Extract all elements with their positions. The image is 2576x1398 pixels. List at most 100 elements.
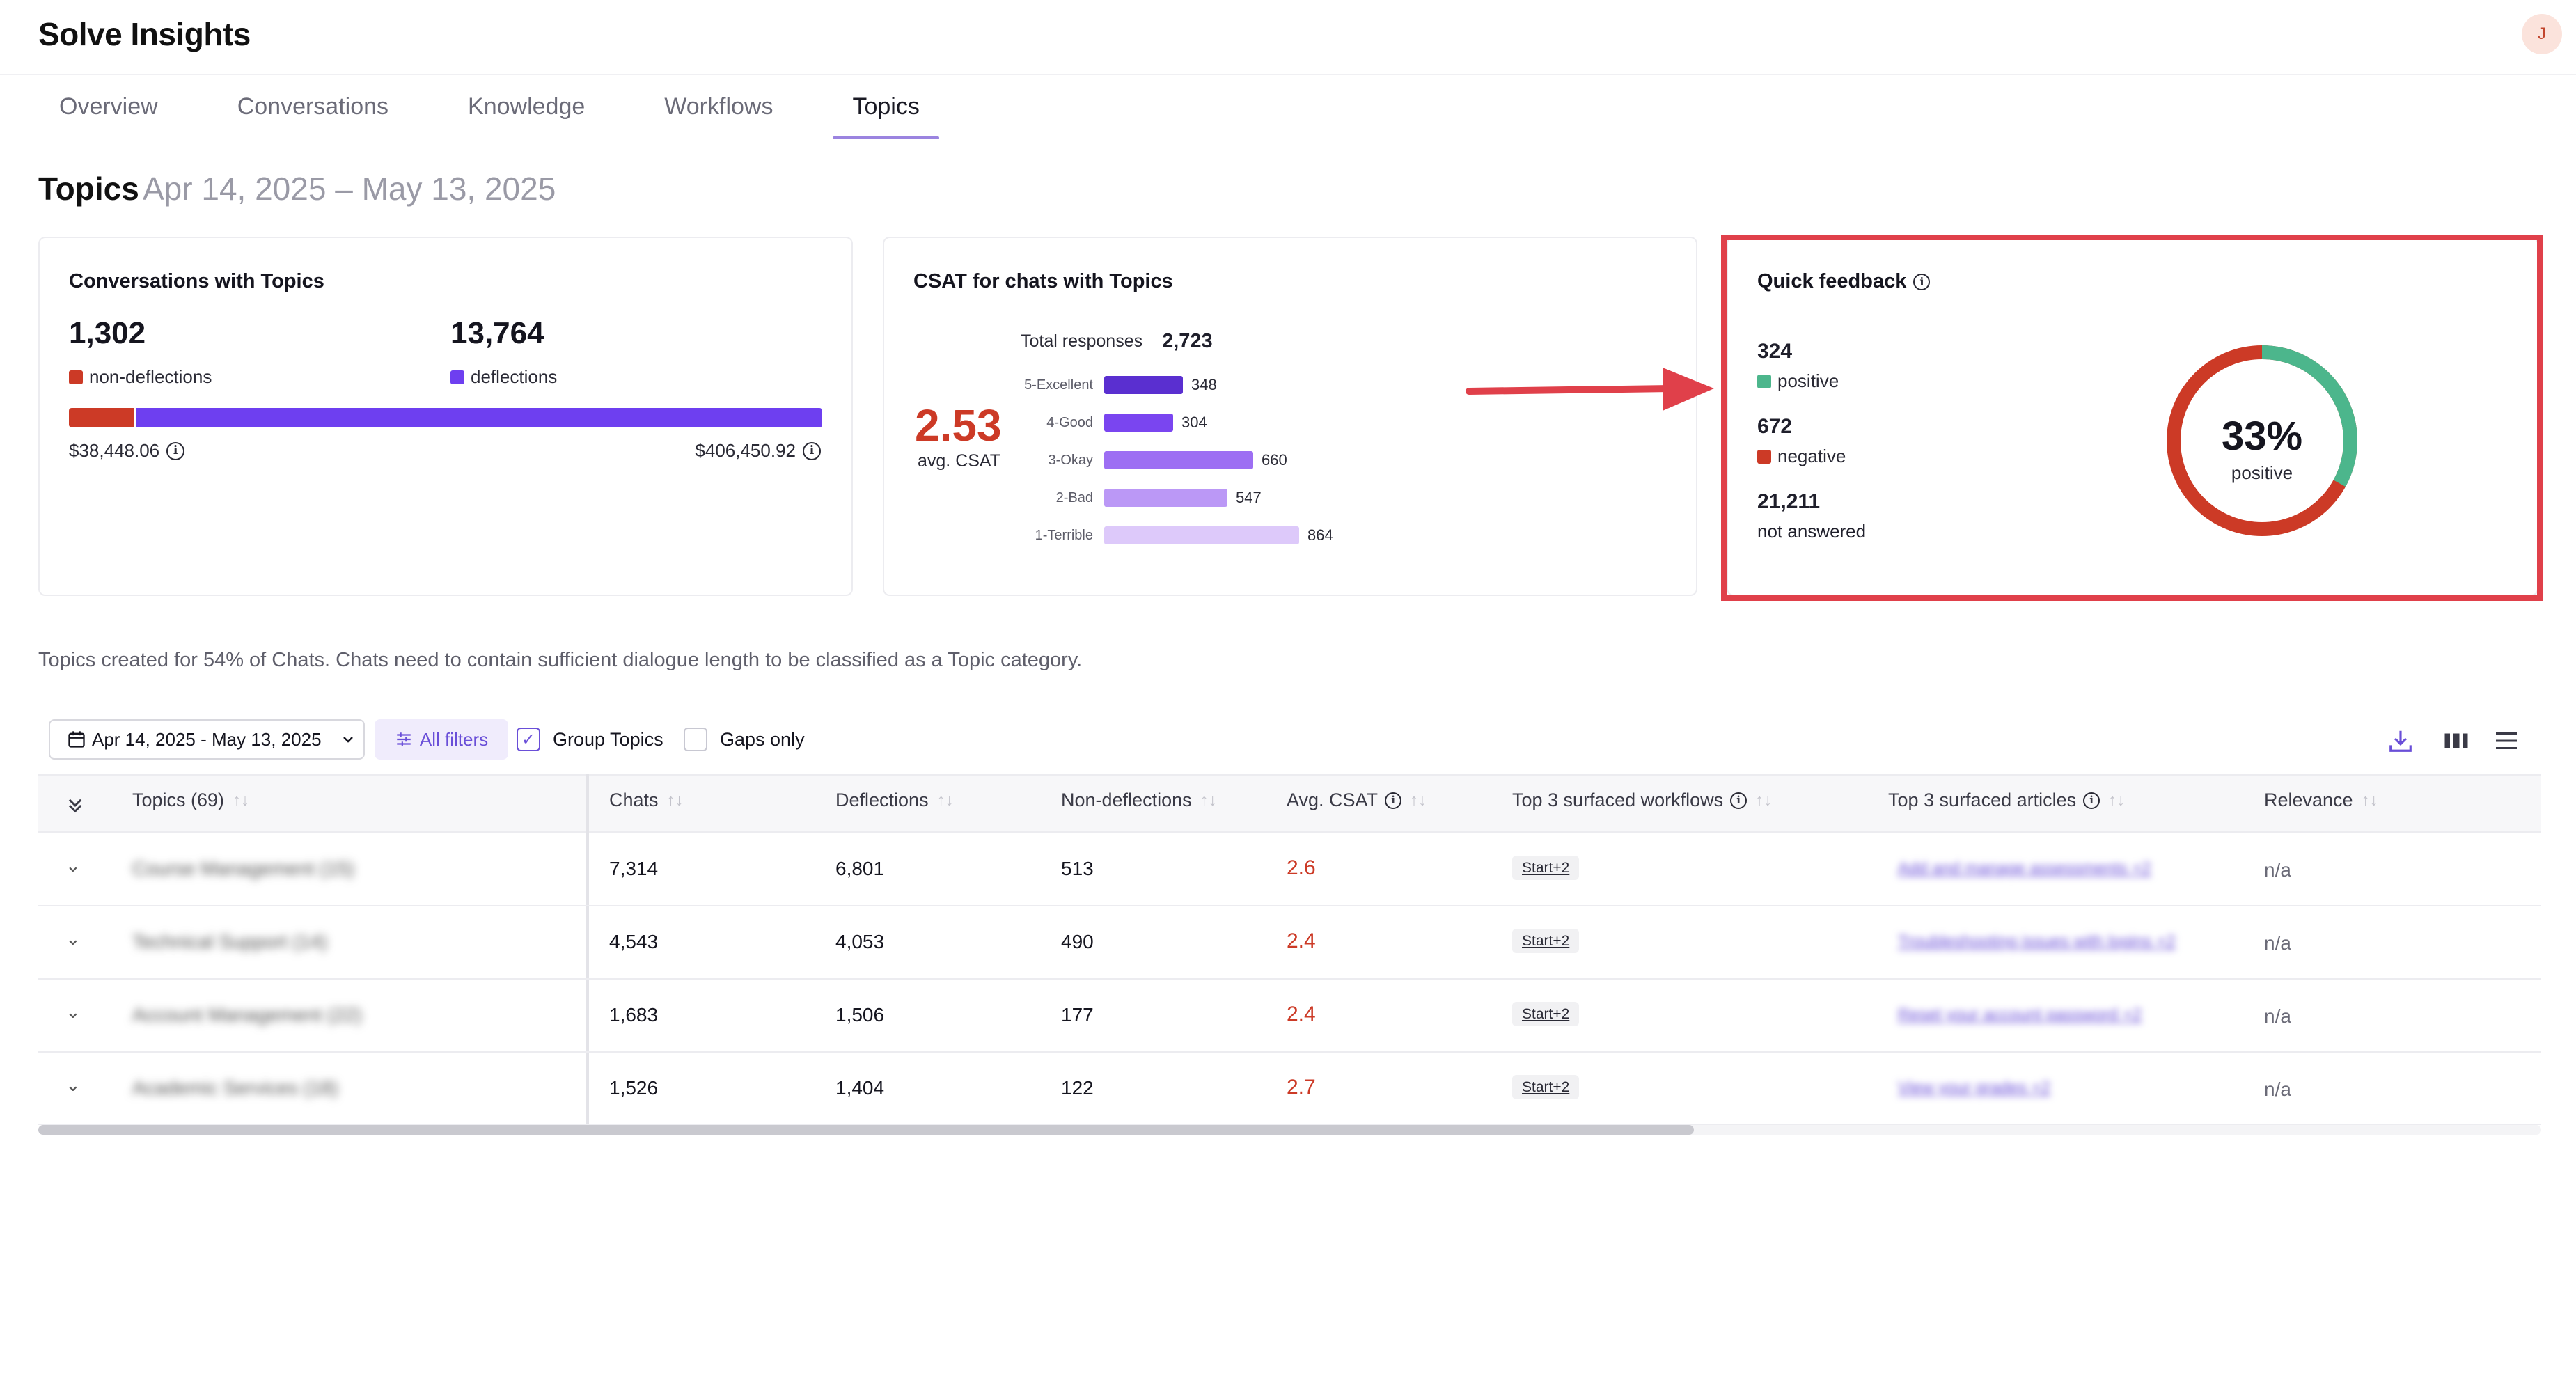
date-range-picker[interactable]: Apr 14, 2025 - May 13, 2025 (49, 719, 365, 760)
date-range-value: Apr 14, 2025 - May 13, 2025 (92, 728, 322, 750)
csat-bar[interactable] (1104, 489, 1227, 507)
conversations-card-title: Conversations with Topics (69, 270, 324, 292)
article-link[interactable]: Reset your account password +2 (1898, 1005, 2142, 1025)
csat-bar-label: 4-Good (1046, 414, 1093, 430)
column-header-avg-csat[interactable]: Avg. CSAT i ↑↓ (1287, 790, 1427, 811)
article-link[interactable]: View your grades +2 (1898, 1078, 2050, 1098)
csat-total-value: 2,723 (1162, 330, 1213, 352)
sort-icon[interactable]: ↑↓ (233, 791, 249, 810)
workflow-chip[interactable]: Start+2 (1512, 1074, 1580, 1099)
avatar[interactable]: J (2522, 14, 2562, 54)
group-topics-checkbox[interactable]: ✓ (517, 728, 540, 751)
non-deflections-legend: non-deflections (69, 366, 212, 388)
sort-icon[interactable]: ↑↓ (1200, 791, 1217, 810)
tab-workflows[interactable]: Workflows (645, 89, 792, 139)
columns-icon (2444, 733, 2468, 748)
expand-row-chevron[interactable]: ⌄ (65, 855, 81, 877)
sort-icon[interactable]: ↑↓ (937, 791, 954, 810)
all-filters-label: All filters (419, 728, 489, 750)
column-header-non-deflections[interactable]: Non-deflections ↑↓ (1061, 790, 1217, 811)
non-deflections-cell: 122 (1061, 1077, 1094, 1099)
csat-bar-label: 3-Okay (1048, 452, 1093, 468)
column-header-topics[interactable]: Topics (69) ↑↓ (132, 790, 249, 811)
column-avg-csat-label: Avg. CSAT (1287, 790, 1379, 810)
page-date-range: Apr 14, 2025 – May 13, 2025 (143, 171, 556, 207)
chats-cell: 4,543 (609, 931, 659, 952)
sort-icon[interactable]: ↑↓ (1755, 791, 1772, 810)
csat-bar-row: 3-Okay 660 (1010, 451, 1287, 469)
csat-bar-value: 547 (1236, 489, 1262, 506)
collapse-all-icon[interactable] (65, 795, 85, 816)
workflow-chip[interactable]: Start+2 (1512, 1001, 1580, 1026)
workflow-chip-label[interactable]: Start+2 (1512, 1075, 1580, 1099)
relevance-cell: n/a (2264, 1078, 2291, 1100)
conversations-card: Conversations with Topics 1,302 non-defl… (38, 237, 853, 596)
info-icon[interactable]: i (1385, 792, 1402, 809)
workflow-chip-label[interactable]: Start+2 (1512, 1002, 1580, 1026)
csat-total: Total responses 2,723 (1021, 330, 1213, 353)
topic-name[interactable]: Academic Services (18) (132, 1077, 338, 1099)
columns-button[interactable] (2440, 724, 2473, 757)
relevance-cell: n/a (2264, 1005, 2291, 1027)
column-chats-label: Chats (609, 790, 659, 810)
deflections-value: $406,450.92 i (695, 440, 821, 462)
column-articles-label: Top 3 surfaced articles (1888, 790, 2077, 810)
csat-bar-row: 4-Good 304 (1010, 414, 1207, 432)
row-divider (38, 1051, 2541, 1053)
non-deflections-cell: 490 (1061, 931, 1094, 952)
csat-average-label: avg. CSAT (918, 451, 1001, 471)
expand-row-chevron[interactable]: ⌄ (65, 1074, 81, 1096)
density-button[interactable] (2490, 724, 2523, 757)
csat-bar[interactable] (1104, 526, 1299, 544)
article-link[interactable]: Troubleshooting issues with logins +2 (1898, 932, 2176, 952)
group-topics-toggle[interactable]: ✓ Group Topics (517, 728, 663, 751)
chats-cell: 1,526 (609, 1077, 659, 1099)
workflow-chip-label[interactable]: Start+2 (1512, 856, 1580, 880)
tab-conversations[interactable]: Conversations (218, 89, 408, 139)
sort-icon[interactable]: ↑↓ (1410, 791, 1427, 810)
deflections-swatch (450, 370, 464, 384)
topic-name[interactable]: Technical Support (14) (132, 931, 327, 953)
download-button[interactable] (2384, 724, 2417, 757)
column-header-relevance[interactable]: Relevance ↑↓ (2264, 790, 2378, 811)
csat-bar-row: 5-Excellent 348 (1010, 376, 1217, 394)
topic-name[interactable]: Course Management (15) (132, 858, 354, 880)
info-icon[interactable]: i (803, 441, 821, 460)
workflow-chip-label[interactable]: Start+2 (1512, 929, 1580, 953)
header-divider (0, 74, 2576, 75)
csat-bar[interactable] (1104, 414, 1173, 432)
column-header-articles[interactable]: Top 3 surfaced articles i ↑↓ (1888, 790, 2125, 811)
deflections-cell: 6,801 (835, 858, 885, 879)
csat-bar[interactable] (1104, 451, 1253, 469)
expand-row-chevron[interactable]: ⌄ (65, 928, 81, 950)
article-link[interactable]: Add and manage assessments +2 (1898, 859, 2151, 879)
tab-topics[interactable]: Topics (833, 89, 940, 139)
sort-icon[interactable]: ↑↓ (2362, 791, 2378, 810)
info-icon[interactable]: i (166, 441, 185, 460)
tab-knowledge[interactable]: Knowledge (448, 89, 604, 139)
tab-overview[interactable]: Overview (38, 89, 178, 139)
workflow-chip[interactable]: Start+2 (1512, 928, 1580, 953)
csat-bar[interactable] (1104, 376, 1183, 394)
column-header-workflows[interactable]: Top 3 surfaced workflows i ↑↓ (1512, 790, 1772, 811)
info-icon[interactable]: i (2083, 792, 2100, 809)
all-filters-button[interactable]: All filters (375, 719, 508, 760)
csat-cell: 2.4 (1287, 1003, 1316, 1026)
topic-name[interactable]: Account Management (22) (132, 1004, 362, 1026)
non-deflections-cell: 513 (1061, 858, 1094, 879)
horizontal-scrollbar-thumb[interactable] (38, 1125, 1694, 1135)
workflow-chip[interactable]: Start+2 (1512, 855, 1580, 880)
column-header-deflections[interactable]: Deflections ↑↓ (835, 790, 954, 811)
csat-bar-label: 5-Excellent (1024, 377, 1093, 393)
sort-icon[interactable]: ↑↓ (2108, 791, 2125, 810)
info-icon[interactable]: i (1730, 792, 1748, 809)
expand-row-chevron[interactable]: ⌄ (65, 1001, 81, 1023)
gaps-only-toggle[interactable]: Gaps only (684, 728, 805, 751)
gaps-only-checkbox[interactable] (684, 728, 707, 751)
csat-card-title: CSAT for chats with Topics (913, 270, 1173, 292)
deflection-split-bar (69, 408, 822, 427)
sort-icon[interactable]: ↑↓ (667, 791, 684, 810)
column-header-chats[interactable]: Chats ↑↓ (609, 790, 684, 811)
csat-average: 2.53 (915, 400, 1002, 450)
csat-total-label: Total responses (1021, 331, 1143, 351)
